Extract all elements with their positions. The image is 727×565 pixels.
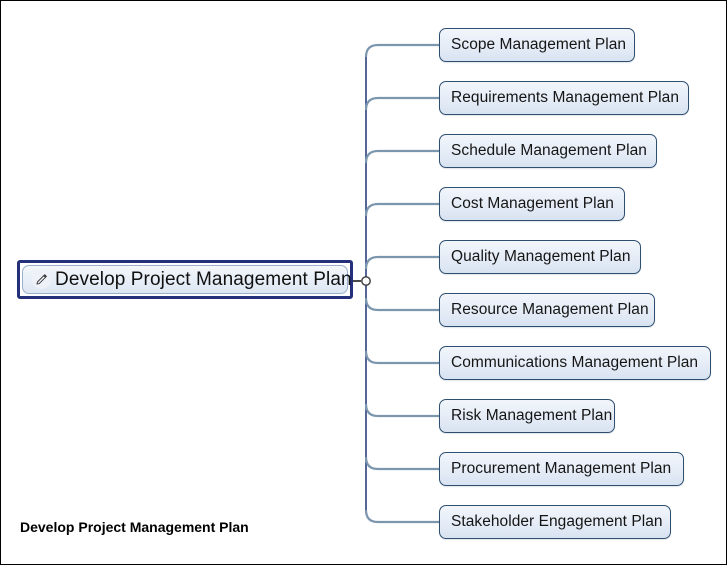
branch-line bbox=[364, 403, 439, 418]
branch-line bbox=[364, 96, 439, 111]
branch-line bbox=[364, 255, 439, 270]
child-node-label: Procurement Management Plan bbox=[451, 460, 672, 477]
branch-line bbox=[364, 43, 439, 58]
diagram-caption: Develop Project Management Plan bbox=[20, 519, 249, 535]
branch-line bbox=[364, 350, 439, 365]
mindmap-canvas: Develop Project Management Plan Scope Ma… bbox=[0, 0, 727, 565]
child-node-label: Communications Management Plan bbox=[451, 354, 699, 371]
child-node-label: Scope Management Plan bbox=[451, 36, 627, 53]
branch-line bbox=[364, 509, 439, 524]
pencil-icon bbox=[32, 270, 51, 289]
branch-line bbox=[364, 149, 439, 164]
child-node[interactable]: Requirements Management Plan bbox=[439, 81, 689, 115]
child-node[interactable]: Stakeholder Engagement Plan bbox=[439, 505, 671, 539]
child-node[interactable]: Schedule Management Plan bbox=[439, 134, 657, 168]
collapse-toggle-icon bbox=[361, 276, 371, 286]
branch-line bbox=[364, 297, 439, 312]
child-node-label: Risk Management Plan bbox=[451, 407, 613, 424]
branch-line bbox=[364, 456, 439, 471]
child-node-label: Stakeholder Engagement Plan bbox=[451, 513, 663, 530]
child-node[interactable]: Scope Management Plan bbox=[439, 28, 635, 62]
child-node[interactable]: Resource Management Plan bbox=[439, 293, 655, 327]
child-node[interactable]: Procurement Management Plan bbox=[439, 452, 684, 486]
root-node[interactable]: Develop Project Management Plan bbox=[17, 260, 353, 299]
root-node-label: Develop Project Management Plan bbox=[55, 268, 352, 290]
child-node-label: Resource Management Plan bbox=[451, 301, 649, 318]
child-node[interactable]: Quality Management Plan bbox=[439, 240, 641, 274]
child-node-label: Schedule Management Plan bbox=[451, 142, 647, 159]
branch-line bbox=[364, 202, 439, 217]
child-node-label: Cost Management Plan bbox=[451, 195, 614, 212]
child-node-label: Quality Management Plan bbox=[451, 248, 631, 265]
child-node[interactable]: Communications Management Plan bbox=[439, 346, 711, 380]
child-node-label: Requirements Management Plan bbox=[451, 89, 679, 106]
child-node[interactable]: Cost Management Plan bbox=[439, 187, 625, 221]
root-node-body[interactable]: Develop Project Management Plan bbox=[22, 265, 352, 294]
child-node[interactable]: Risk Management Plan bbox=[439, 399, 615, 433]
